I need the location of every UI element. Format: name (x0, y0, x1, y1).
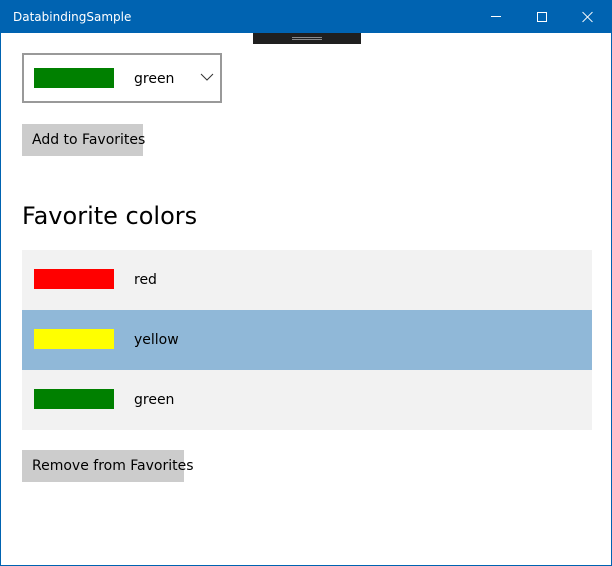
debug-toolbar-handle[interactable] (253, 33, 361, 44)
color-swatch (34, 329, 114, 349)
list-item[interactable]: red (22, 250, 592, 310)
title-bar[interactable]: DatabindingSample (1, 0, 612, 33)
close-button[interactable] (565, 0, 611, 33)
list-item[interactable]: green (22, 370, 592, 430)
chevron-down-icon (200, 73, 214, 81)
color-combobox[interactable]: green (22, 53, 222, 103)
remove-from-favorites-button[interactable]: Remove from Favorites (22, 450, 194, 482)
add-to-favorites-button[interactable]: Add to Favorites (22, 124, 145, 156)
color-swatch (34, 269, 114, 289)
favorites-list[interactable]: red yellow green (22, 250, 592, 430)
list-item[interactable]: yellow (22, 310, 592, 370)
grip-icon (292, 37, 322, 40)
list-item-label: yellow (134, 332, 179, 348)
maximize-icon (537, 11, 547, 22)
minimize-button[interactable] (473, 0, 519, 33)
app-window: DatabindingSample green Add to Favorites… (0, 0, 612, 566)
color-swatch (34, 389, 114, 409)
selected-color-swatch (34, 68, 114, 88)
minimize-icon (491, 16, 501, 17)
close-icon (582, 11, 594, 23)
favorites-heading: Favorite colors (22, 202, 198, 230)
maximize-button[interactable] (519, 0, 565, 33)
list-item-label: red (134, 272, 157, 288)
selected-color-label: green (134, 71, 175, 87)
list-item-label: green (134, 392, 175, 408)
window-title: DatabindingSample (13, 10, 132, 24)
